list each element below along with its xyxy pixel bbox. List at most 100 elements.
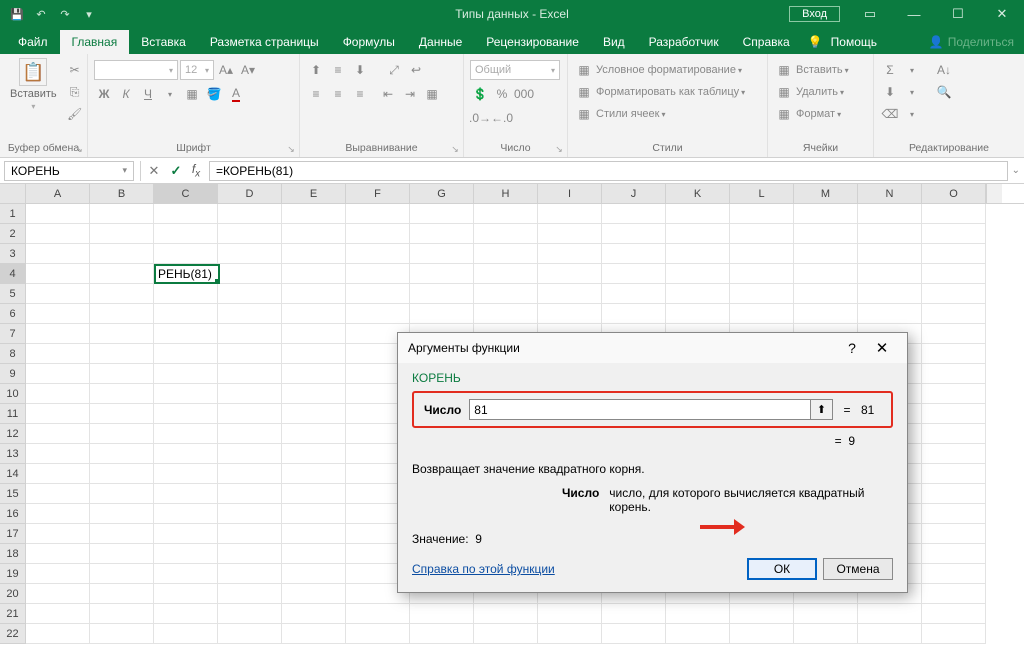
comma-icon[interactable]: 000 xyxy=(514,84,534,104)
cell[interactable] xyxy=(730,244,794,264)
cell[interactable] xyxy=(154,224,218,244)
row-header[interactable]: 16 xyxy=(0,504,26,524)
cell[interactable] xyxy=(218,444,282,464)
cell[interactable] xyxy=(922,424,986,444)
cell[interactable] xyxy=(218,284,282,304)
expand-formula-bar-icon[interactable]: ⌄ xyxy=(1012,165,1020,176)
cell[interactable] xyxy=(602,304,666,324)
cell[interactable] xyxy=(666,604,730,624)
cell[interactable] xyxy=(90,604,154,624)
cell[interactable] xyxy=(154,604,218,624)
cell[interactable] xyxy=(858,204,922,224)
row-header[interactable]: 5 xyxy=(0,284,26,304)
find-icon[interactable]: 🔍 xyxy=(934,82,954,102)
cell[interactable] xyxy=(218,624,282,644)
row-header[interactable]: 4 xyxy=(0,264,26,284)
cancel-formula-icon[interactable]: ✕ xyxy=(143,161,165,181)
cell[interactable] xyxy=(282,624,346,644)
cell[interactable] xyxy=(90,424,154,444)
cell[interactable] xyxy=(858,244,922,264)
cell[interactable] xyxy=(154,424,218,444)
cell[interactable] xyxy=(922,264,986,284)
col-header[interactable]: G xyxy=(410,184,474,203)
cell[interactable] xyxy=(730,284,794,304)
cell[interactable] xyxy=(282,484,346,504)
cell[interactable] xyxy=(282,464,346,484)
cell[interactable] xyxy=(922,464,986,484)
cell[interactable] xyxy=(794,284,858,304)
cell[interactable] xyxy=(26,264,90,284)
cell[interactable] xyxy=(730,224,794,244)
col-header[interactable]: C xyxy=(154,184,218,203)
cell[interactable] xyxy=(90,404,154,424)
cell[interactable] xyxy=(26,204,90,224)
help-icon[interactable]: ? xyxy=(837,340,867,356)
dialog-launcher-icon[interactable]: ↘ xyxy=(73,143,85,155)
cell[interactable] xyxy=(154,544,218,564)
qat-dropdown-icon[interactable]: ▾ xyxy=(80,5,98,23)
row-header[interactable]: 18 xyxy=(0,544,26,564)
tab-insert[interactable]: Вставка xyxy=(129,30,198,54)
cell[interactable] xyxy=(218,504,282,524)
col-header[interactable]: F xyxy=(346,184,410,203)
cell[interactable] xyxy=(26,464,90,484)
cell[interactable] xyxy=(154,584,218,604)
cell[interactable] xyxy=(26,244,90,264)
cell[interactable] xyxy=(538,224,602,244)
maximize-icon[interactable]: ☐ xyxy=(936,0,980,28)
tab-page-layout[interactable]: Разметка страницы xyxy=(198,30,331,54)
cell[interactable] xyxy=(218,464,282,484)
conditional-formatting-button[interactable]: ▦Условное форматирование▾ xyxy=(574,60,742,80)
cell[interactable] xyxy=(602,604,666,624)
formula-input[interactable] xyxy=(209,161,1008,181)
close-icon[interactable]: ✕ xyxy=(867,339,897,357)
minimize-icon[interactable]: — xyxy=(892,0,936,28)
dialog-launcher-icon[interactable]: ↘ xyxy=(285,143,297,155)
orientation-icon[interactable]: ⤢ xyxy=(384,60,404,80)
dialog-launcher-icon[interactable]: ↘ xyxy=(553,143,565,155)
chevron-down-icon[interactable]: ▾ xyxy=(160,84,180,104)
cell[interactable] xyxy=(26,624,90,644)
cell[interactable] xyxy=(922,284,986,304)
row-header[interactable]: 22 xyxy=(0,624,26,644)
cell[interactable] xyxy=(218,324,282,344)
cell[interactable] xyxy=(26,524,90,544)
cell[interactable] xyxy=(26,384,90,404)
cell[interactable] xyxy=(410,204,474,224)
cell[interactable] xyxy=(154,324,218,344)
underline-button[interactable]: Ч xyxy=(138,84,158,104)
cell[interactable] xyxy=(154,384,218,404)
range-picker-icon[interactable]: ⬆ xyxy=(810,400,832,419)
cell[interactable] xyxy=(346,284,410,304)
col-header[interactable]: L xyxy=(730,184,794,203)
format-as-table-button[interactable]: ▦Форматировать как таблицу▾ xyxy=(574,82,745,102)
lightbulb-icon[interactable]: 💡 xyxy=(802,30,829,54)
cell[interactable] xyxy=(218,404,282,424)
cell[interactable] xyxy=(410,604,474,624)
format-painter-icon[interactable]: 🖌 xyxy=(65,104,85,124)
cell[interactable] xyxy=(282,404,346,424)
share-button[interactable]: 👤Поделиться xyxy=(919,30,1024,54)
cell[interactable] xyxy=(90,444,154,464)
cell[interactable] xyxy=(602,264,666,284)
cell[interactable] xyxy=(154,464,218,484)
cell[interactable] xyxy=(922,524,986,544)
cell[interactable] xyxy=(922,244,986,264)
cell[interactable] xyxy=(922,624,986,644)
cell[interactable] xyxy=(282,244,346,264)
cell[interactable] xyxy=(410,264,474,284)
cell[interactable] xyxy=(666,264,730,284)
cell[interactable] xyxy=(90,384,154,404)
cell[interactable] xyxy=(474,224,538,244)
cell[interactable] xyxy=(794,604,858,624)
cell[interactable] xyxy=(282,224,346,244)
cell[interactable] xyxy=(218,224,282,244)
cell[interactable] xyxy=(730,624,794,644)
percent-icon[interactable]: % xyxy=(492,84,512,104)
cell[interactable] xyxy=(794,304,858,324)
cell[interactable] xyxy=(794,224,858,244)
cell[interactable] xyxy=(90,204,154,224)
cell[interactable] xyxy=(26,284,90,304)
cell[interactable] xyxy=(922,404,986,424)
cell[interactable] xyxy=(602,224,666,244)
